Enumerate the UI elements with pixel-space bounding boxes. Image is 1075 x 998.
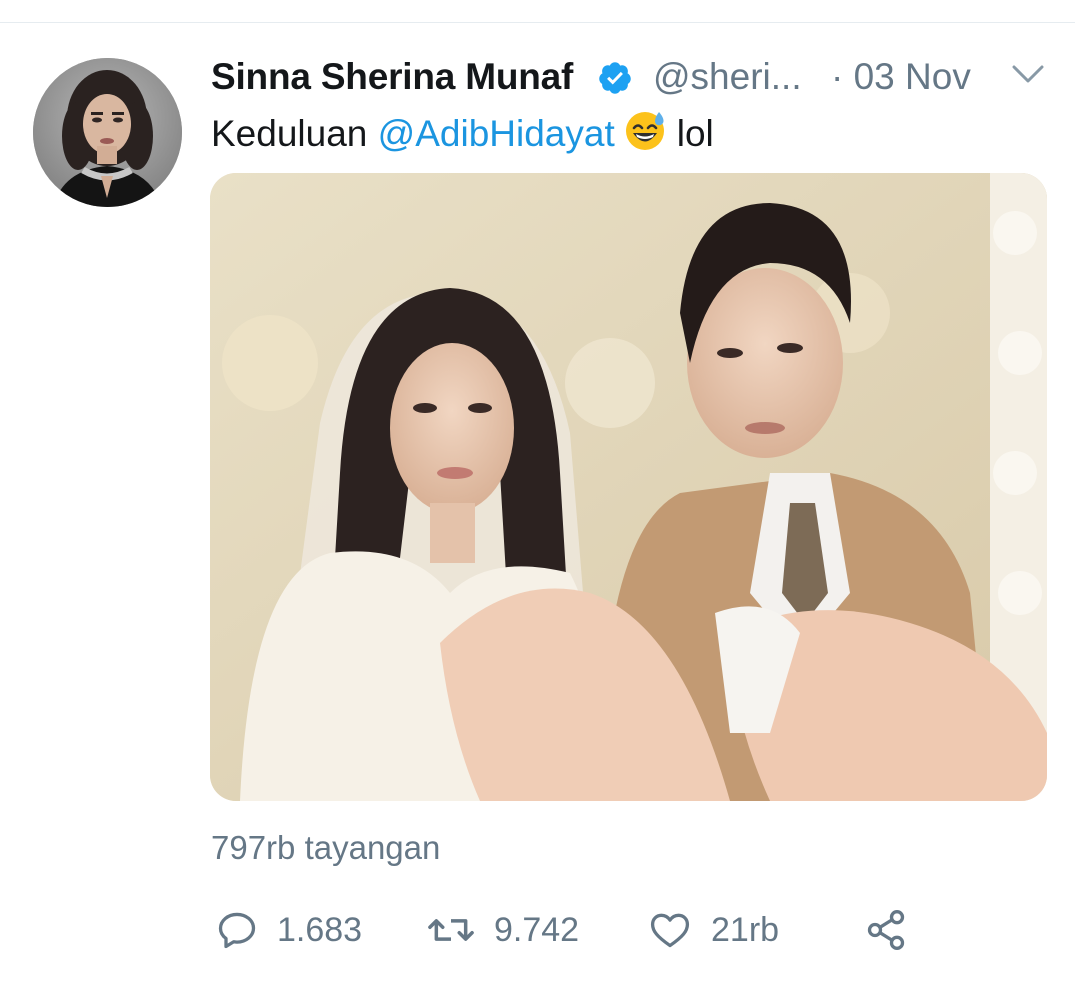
like-count: 21rb [711,910,780,949]
heart-icon [650,913,690,948]
share-icon [867,910,905,950]
avatar-image [33,58,182,207]
tweet-header: Sinna Sherina Munaf @sheri... · 03 Nov [211,54,1051,104]
retweet-count: 9.742 [494,910,580,949]
retweet-button[interactable]: 9.742 [426,900,579,960]
chevron-down-icon[interactable] [1011,62,1045,86]
tweet-date[interactable]: · 03 Nov [831,54,971,100]
view-count: 797rb tayangan [211,829,441,866]
grinning-face-with-sweat-icon [623,108,667,163]
tweet-video[interactable] [210,173,1047,801]
like-button[interactable]: 21rb [647,900,779,960]
action-bar: 1.683 9.742 21rb [211,900,971,960]
avatar[interactable] [33,58,182,207]
mention-link[interactable]: @AdibHidayat [378,113,615,154]
author-handle[interactable]: @sheri... [653,54,802,100]
tweet-text-before: Keduluan [211,113,378,154]
top-divider [0,22,1075,23]
video-thumbnail [210,173,1047,801]
reply-button[interactable]: 1.683 [215,900,362,960]
verified-badge-icon [599,62,631,94]
share-button[interactable] [863,900,909,960]
retweet-icon [428,919,474,941]
reply-count: 1.683 [277,910,363,949]
author-name[interactable]: Sinna Sherina Munaf [211,54,573,100]
tweet-text: Keduluan @AdibHidayat lol [211,108,714,163]
tweet-text-after: lol [676,113,714,154]
reply-icon [218,912,256,949]
